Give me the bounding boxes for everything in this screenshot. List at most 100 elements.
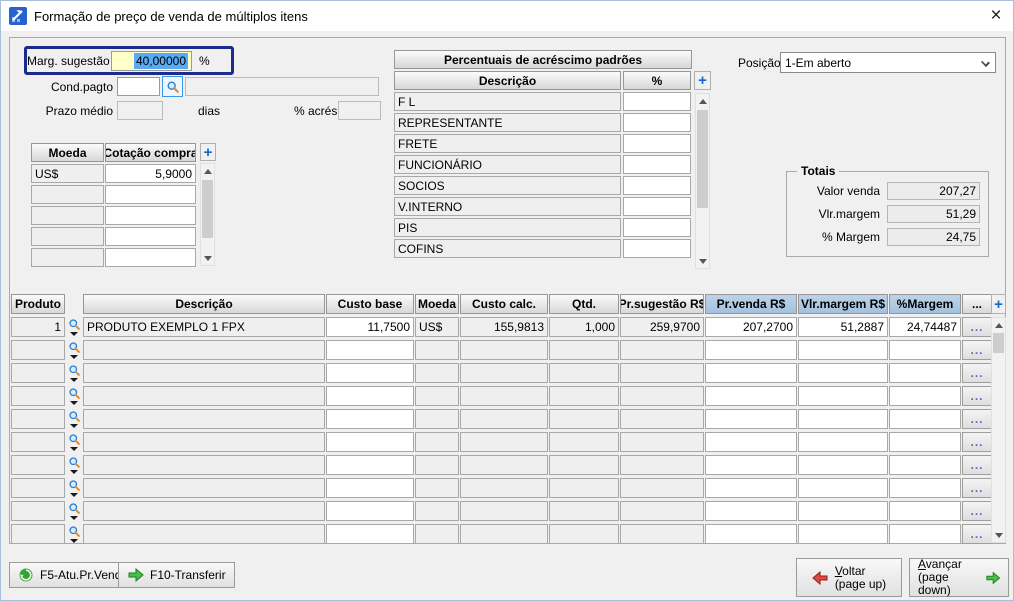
row-more-button[interactable]: ... (962, 409, 992, 429)
cell-pct-margem[interactable]: 24,74487 (889, 317, 961, 337)
product-search-cell[interactable] (66, 432, 82, 452)
cell-vlr-margem[interactable]: 51,2887 (798, 317, 888, 337)
search-icon[interactable] (68, 456, 81, 469)
cell-produto[interactable] (11, 409, 65, 429)
row-dropdown-icon[interactable] (70, 355, 78, 359)
close-icon[interactable]: × (983, 4, 1009, 28)
cell-vlr-margem[interactable] (798, 478, 888, 498)
cell-pct-margem[interactable] (889, 386, 961, 406)
cell-pct-margem[interactable] (889, 363, 961, 383)
cell-custo-base[interactable] (326, 501, 414, 521)
moeda-add-button[interactable]: + (200, 143, 216, 161)
product-search-cell[interactable] (66, 386, 82, 406)
cell-cotacao-input[interactable]: 5,9000 (105, 164, 196, 183)
margin-input[interactable]: 40,00000 (111, 51, 192, 71)
cell-vlr-margem[interactable] (798, 340, 888, 360)
scroll-up-icon[interactable] (992, 318, 1005, 332)
row-more-button[interactable]: ... (962, 340, 992, 360)
voltar-button[interactable]: Voltar (page up) (796, 558, 902, 597)
moeda-scroll-thumb[interactable] (202, 180, 213, 238)
cell-produto[interactable]: 1 (11, 317, 65, 337)
search-icon[interactable] (68, 502, 81, 515)
cell-pct-input[interactable] (623, 113, 691, 132)
cell-vlr-margem[interactable] (798, 409, 888, 429)
cell-pct-margem[interactable] (889, 340, 961, 360)
cell-produto[interactable] (11, 455, 65, 475)
cell-produto[interactable] (11, 340, 65, 360)
cell-pr-venda[interactable]: 207,2700 (705, 317, 797, 337)
cell-pct-margem[interactable] (889, 524, 961, 544)
cell-produto[interactable] (11, 363, 65, 383)
row-more-button[interactable]: ... (962, 432, 992, 452)
row-dropdown-icon[interactable] (70, 447, 78, 451)
cell-custo-base[interactable] (326, 409, 414, 429)
product-search-cell[interactable] (66, 455, 82, 475)
cell-produto[interactable] (11, 478, 65, 498)
row-dropdown-icon[interactable] (70, 516, 78, 520)
row-dropdown-icon[interactable] (70, 470, 78, 474)
cell-pr-venda[interactable] (705, 524, 797, 544)
product-scroll-thumb[interactable] (993, 333, 1004, 353)
product-search-cell[interactable] (66, 478, 82, 498)
row-dropdown-icon[interactable] (70, 493, 78, 497)
product-search-cell[interactable] (66, 317, 82, 337)
product-scrollbar[interactable] (991, 317, 1006, 543)
cell-pct-margem[interactable] (889, 455, 961, 475)
cell-vlr-margem[interactable] (798, 386, 888, 406)
cell-vlr-margem[interactable] (798, 501, 888, 521)
search-icon[interactable] (68, 364, 81, 377)
cell-pr-venda[interactable] (705, 432, 797, 452)
cell-vlr-margem[interactable] (798, 524, 888, 544)
row-dropdown-icon[interactable] (70, 401, 78, 405)
cell-pr-venda[interactable] (705, 363, 797, 383)
cell-pct-margem[interactable] (889, 478, 961, 498)
percentuais-add-button[interactable]: + (694, 71, 711, 90)
product-add-button[interactable]: + (991, 294, 1006, 314)
row-more-button[interactable]: ... (962, 455, 992, 475)
cell-custo-base[interactable] (326, 455, 414, 475)
f10-transfer-button[interactable]: F10-Transferir (118, 562, 235, 588)
cell-custo-base[interactable] (326, 432, 414, 452)
product-search-cell[interactable] (66, 363, 82, 383)
row-dropdown-icon[interactable] (70, 539, 78, 543)
row-more-button[interactable]: ... (962, 317, 992, 337)
search-icon[interactable] (68, 410, 81, 423)
cell-pr-venda[interactable] (705, 386, 797, 406)
cell-custo-base[interactable]: 11,7500 (326, 317, 414, 337)
cell-pct-input[interactable] (623, 176, 691, 195)
cell-cotacao-input[interactable] (105, 206, 196, 225)
cell-produto[interactable] (11, 524, 65, 544)
search-icon[interactable] (68, 479, 81, 492)
cond-pagto-search-button[interactable] (162, 76, 183, 97)
row-more-button[interactable]: ... (962, 478, 992, 498)
row-dropdown-icon[interactable] (70, 424, 78, 428)
row-more-button[interactable]: ... (962, 501, 992, 521)
search-icon[interactable] (68, 318, 81, 331)
scroll-down-icon[interactable] (992, 528, 1005, 542)
cell-pr-venda[interactable] (705, 340, 797, 360)
cell-cotacao-input[interactable] (105, 185, 196, 204)
cell-pr-venda[interactable] (705, 455, 797, 475)
cell-custo-base[interactable] (326, 340, 414, 360)
percentuais-scroll-thumb[interactable] (697, 110, 708, 208)
search-icon[interactable] (68, 433, 81, 446)
scroll-up-icon[interactable] (696, 94, 709, 108)
row-more-button[interactable]: ... (962, 386, 992, 406)
cell-pct-margem[interactable] (889, 432, 961, 452)
cell-pct-input[interactable] (623, 134, 691, 153)
cell-pr-venda[interactable] (705, 478, 797, 498)
cell-vlr-margem[interactable] (798, 363, 888, 383)
cell-pct-input[interactable] (623, 197, 691, 216)
cond-pagto-input[interactable] (117, 77, 160, 96)
scroll-down-icon[interactable] (201, 251, 214, 265)
row-dropdown-icon[interactable] (70, 332, 78, 336)
cell-cotacao-input[interactable] (105, 227, 196, 246)
search-icon[interactable] (68, 341, 81, 354)
prazo-medio-input[interactable] (117, 101, 163, 120)
cell-pct-margem[interactable] (889, 501, 961, 521)
cell-vlr-margem[interactable] (798, 432, 888, 452)
cell-produto[interactable] (11, 386, 65, 406)
product-search-cell[interactable] (66, 340, 82, 360)
cell-custo-base[interactable] (326, 478, 414, 498)
cell-custo-base[interactable] (326, 386, 414, 406)
